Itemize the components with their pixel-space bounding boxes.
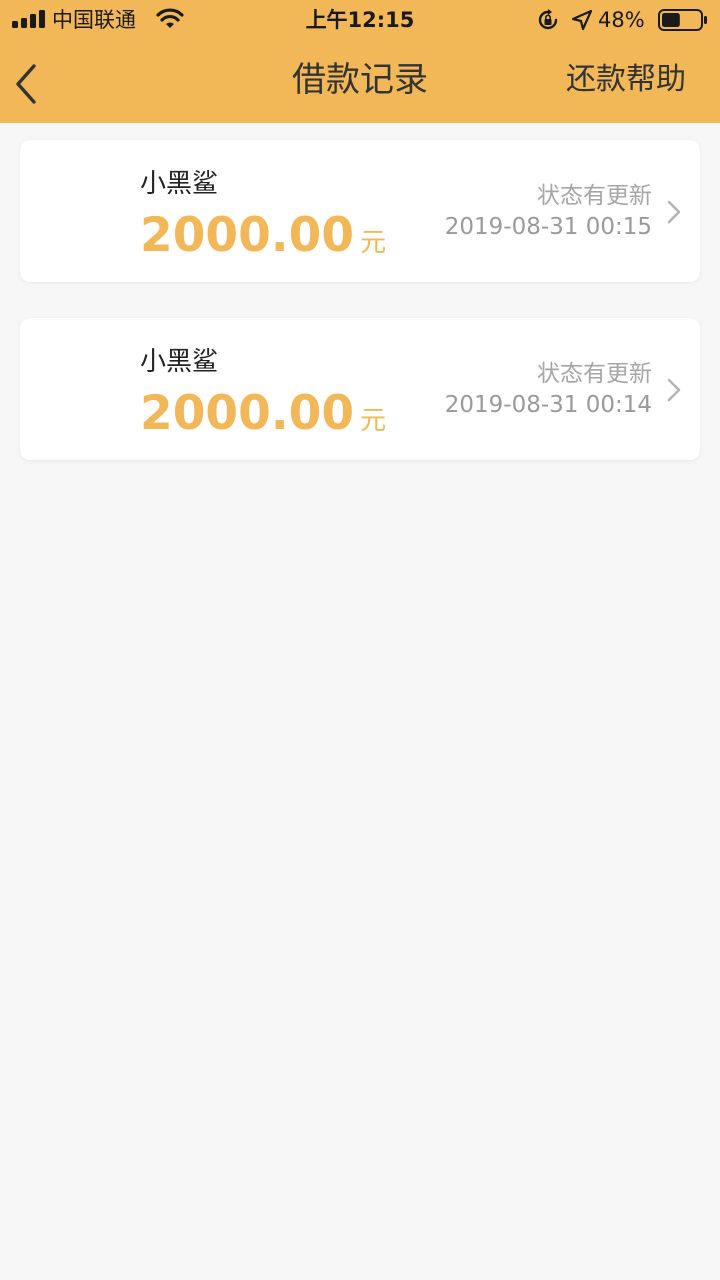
loan-record-card[interactable]: 小黑鲨 2000.00 元 状态有更新 2019-08-31 00:14 [20,318,700,460]
amount-unit: 元 [360,406,387,436]
amount-value: 2000.00 [140,386,355,441]
lender-name: 小黑鲨 [140,347,219,377]
lender-name: 小黑鲨 [140,169,219,199]
amount-value: 2000.00 [140,208,355,263]
chevron-right-icon [667,378,681,402]
repay-help-button[interactable]: 还款帮助 [566,58,686,102]
record-time: 2019-08-31 00:14 [444,392,652,418]
page-title: 借款记录 [292,60,428,100]
chevron-right-icon [667,200,681,224]
amount-unit: 元 [360,228,387,258]
status-time: 上午12:15 [305,8,415,32]
loan-record-card[interactable]: 小黑鲨 2000.00 元 状态有更新 2019-08-31 00:15 [20,140,700,282]
battery-icon [658,9,707,31]
signal-icon [12,10,45,28]
rotation-lock-icon [538,9,558,30]
battery-percent: 48% [598,8,645,32]
location-arrow-icon [571,9,593,31]
status-badge: 状态有更新 [537,361,652,387]
carrier-name: 中国联通 [52,8,136,32]
loan-amount: 2000.00 元 [140,386,386,449]
status-badge: 状态有更新 [537,183,652,209]
back-icon[interactable] [8,62,44,106]
status-bar: 中国联通 上午12:15 48% [0,0,720,40]
wifi-icon [156,8,184,28]
loan-amount: 2000.00 元 [140,208,386,271]
record-time: 2019-08-31 00:15 [444,214,652,240]
